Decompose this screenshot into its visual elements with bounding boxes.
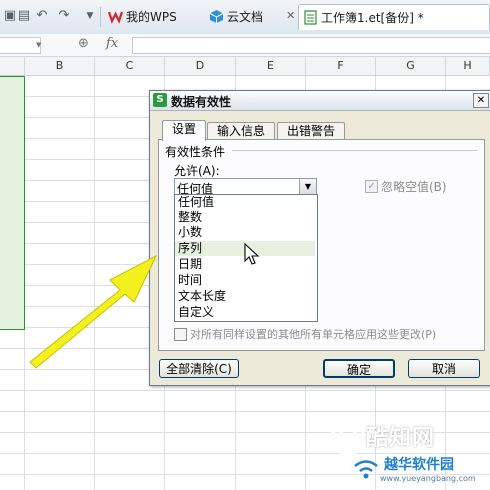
- column-header-h[interactable]: H: [446, 57, 490, 75]
- name-box[interactable]: [0, 37, 41, 54]
- cloud-cube-icon: [209, 10, 224, 23]
- wps-logo-icon: [108, 11, 123, 24]
- toolbar-divider: [100, 7, 101, 27]
- undo-icon[interactable]: ↶: [34, 8, 50, 24]
- column-header-c[interactable]: C: [95, 57, 165, 75]
- column-header-a[interactable]: [0, 57, 25, 75]
- column-header: B C D E F G H: [0, 57, 490, 76]
- apply-all-label: 对所有同样设置的其他所有单元格应用这些更改(P): [190, 328, 437, 341]
- list-item[interactable]: 任何值: [175, 195, 315, 210]
- divider: [232, 150, 477, 151]
- selected-range[interactable]: [0, 76, 25, 330]
- tab-label: 工作簿1.et[备份] *: [321, 11, 424, 25]
- mouse-cursor-icon: [244, 243, 260, 265]
- watermark: 酷知网 越华软件园 www.yueyangbang.com: [330, 412, 490, 490]
- dialog-title-bar[interactable]: S 数据有效性 ✕: [150, 91, 490, 111]
- tab-label: 云文档: [227, 10, 264, 24]
- tab-settings[interactable]: 设置: [162, 120, 206, 141]
- tab-workbook[interactable]: 工作簿1.et[备份] *: [298, 4, 490, 30]
- wps-spreadsheet-icon: S: [153, 93, 167, 107]
- chevron-down-icon[interactable]: ▼: [299, 179, 316, 195]
- redo-icon[interactable]: ↷: [56, 8, 72, 24]
- close-icon[interactable]: ✕: [286, 9, 295, 22]
- allow-label: 允许(A):: [174, 164, 220, 178]
- ignore-blank-checkbox[interactable]: ✓: [365, 180, 378, 193]
- ok-button[interactable]: 确定: [323, 359, 395, 378]
- apply-all-checkbox[interactable]: [174, 328, 187, 341]
- cancel-button[interactable]: 取消: [408, 359, 480, 378]
- dialog-title: 数据有效性: [171, 95, 232, 109]
- tab-label: 我的WPS: [126, 10, 177, 24]
- formula-bar: ▼ ⊕ fx: [0, 34, 490, 57]
- formula-input[interactable]: [132, 37, 490, 54]
- chevron-down-icon[interactable]: ▼: [82, 8, 98, 24]
- watermark-logo-icon: [330, 420, 366, 456]
- wifi-icon: [354, 460, 378, 479]
- chevron-down-icon[interactable]: ▼: [36, 41, 41, 49]
- tab-error-alert[interactable]: 出错警告: [277, 122, 345, 140]
- column-header-g[interactable]: G: [376, 57, 446, 75]
- spreadsheet-icon: [304, 10, 317, 25]
- list-item[interactable]: 整数: [175, 210, 315, 225]
- list-item[interactable]: 时间: [175, 273, 315, 288]
- zoom-search-icon[interactable]: ⊕: [78, 36, 89, 51]
- watermark-url: www.yueyangbang.com: [380, 474, 476, 483]
- watermark-text: 酷知网: [366, 426, 436, 451]
- ignore-blank-label: 忽略空值(B): [381, 180, 447, 194]
- column-header-d[interactable]: D: [165, 57, 236, 75]
- title-tab-bar: ▣ ▤ ↶ ↷ ▼ 我的WPS 云文档 工作簿1.et[备份] * ✕: [0, 0, 490, 35]
- fx-icon[interactable]: fx: [106, 36, 118, 51]
- close-icon[interactable]: ✕: [473, 93, 489, 108]
- list-item[interactable]: 文本长度: [175, 289, 315, 304]
- validation-criteria-label: 有效性条件: [165, 145, 226, 159]
- column-header-b[interactable]: B: [25, 57, 95, 75]
- tab-cloud-docs[interactable]: 云文档: [205, 4, 297, 30]
- watermark-brand: 越华软件园: [384, 457, 454, 473]
- tab-my-wps[interactable]: 我的WPS: [104, 4, 204, 30]
- annotation-arrow-icon: [29, 254, 158, 369]
- print-icon[interactable]: ▤: [16, 8, 32, 24]
- column-header-f[interactable]: F: [306, 57, 376, 75]
- list-item[interactable]: 自定义: [175, 305, 315, 320]
- clear-all-button[interactable]: 全部清除(C): [159, 359, 239, 378]
- data-validation-dialog: S 数据有效性 ✕ 设置 输入信息 出错警告 有效性条件 允许(A): 任何值 …: [149, 90, 490, 386]
- list-item[interactable]: 小数: [175, 225, 315, 240]
- column-header-e[interactable]: E: [236, 57, 306, 75]
- tab-input-message[interactable]: 输入信息: [207, 122, 275, 140]
